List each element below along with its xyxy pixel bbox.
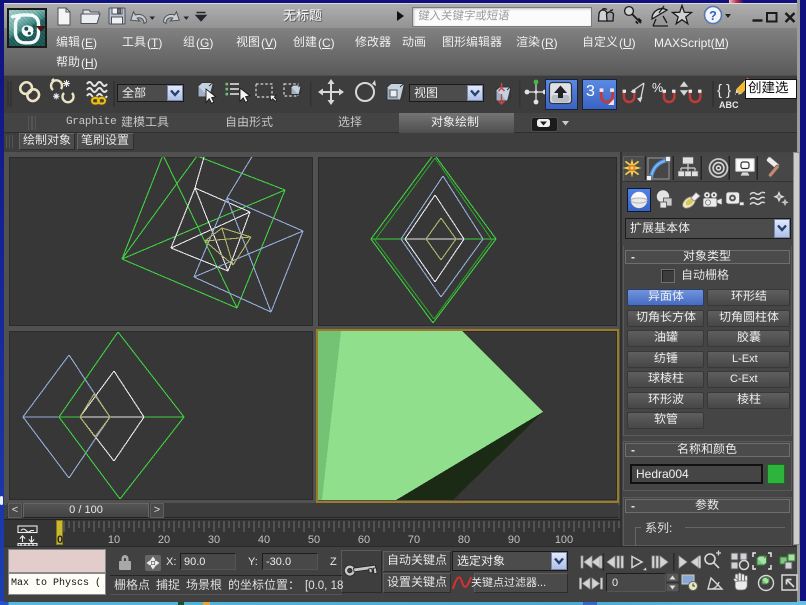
svg-text:60: 60 [358,534,370,546]
svg-text:3: 3 [586,83,595,100]
svg-text:50: 50 [308,534,320,546]
svg-text:70: 70 [408,534,420,546]
svg-text:%: % [652,81,663,95]
svg-text:?: ? [709,9,717,23]
svg-text:{ }: { } [717,82,731,99]
svg-text:40: 40 [258,534,270,546]
svg-text:90: 90 [508,534,520,546]
svg-text:ABC: ABC [719,100,739,110]
svg-text::: : [669,521,672,535]
svg-text:80: 80 [458,534,470,546]
svg-text:10: 10 [108,534,120,546]
svg-text:100: 100 [555,534,573,546]
svg-text:...: ... [537,577,546,589]
svg-text:20: 20 [158,534,170,546]
svg-text:30: 30 [208,534,220,546]
